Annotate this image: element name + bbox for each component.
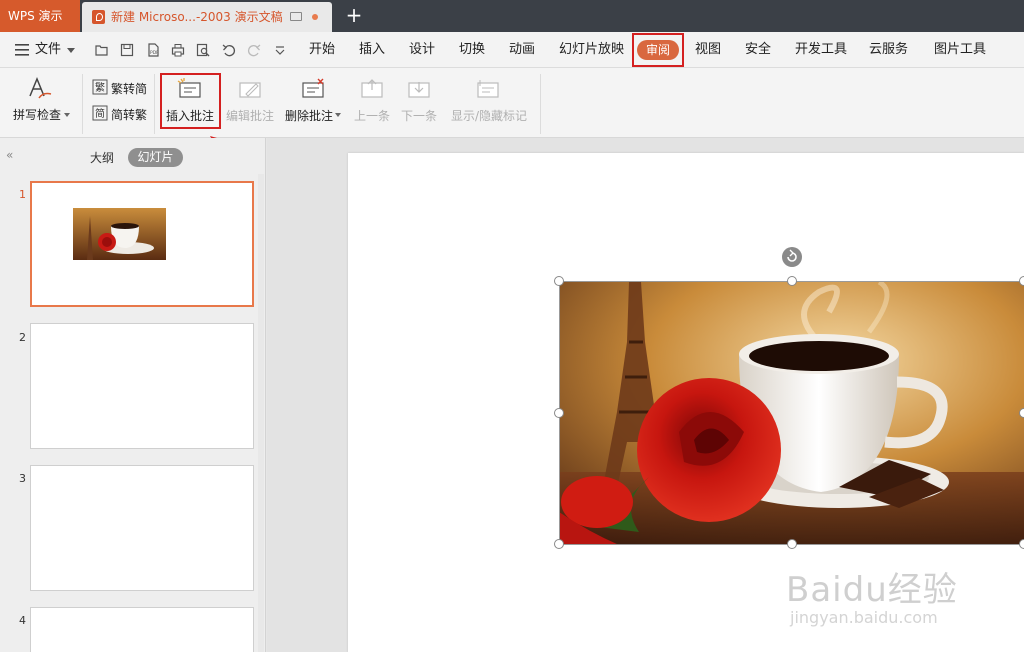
resize-handle[interactable] xyxy=(1019,539,1024,549)
previous-comment-button[interactable]: 上一条 xyxy=(354,107,390,124)
resize-handle[interactable] xyxy=(1019,276,1024,286)
undo-icon[interactable] xyxy=(222,43,236,57)
watermark-brand: Baidu经验 xyxy=(786,570,958,610)
app-tab[interactable]: WPS 演示 xyxy=(0,0,80,32)
next-comment-icon xyxy=(408,82,430,98)
resize-handle[interactable] xyxy=(787,276,797,286)
delete-comment-button[interactable]: 删除批注 xyxy=(285,107,333,124)
resize-handle[interactable] xyxy=(554,408,564,418)
hamburger-icon[interactable] xyxy=(15,44,31,56)
menu-cloud[interactable]: 云服务 xyxy=(869,32,908,68)
show-hide-markup-button[interactable]: 显示/隐藏标记 xyxy=(451,107,527,124)
resize-handle[interactable] xyxy=(787,539,797,549)
monitor-icon[interactable] xyxy=(290,12,302,21)
slide-number: 3 xyxy=(19,472,26,485)
menu-security[interactable]: 安全 xyxy=(745,32,771,68)
menu-slideshow[interactable]: 幻灯片放映 xyxy=(559,32,624,68)
delete-comment-icon[interactable] xyxy=(300,78,328,102)
insert-comment-highlight-box xyxy=(160,73,221,129)
slide-number: 1 xyxy=(19,188,26,201)
save-icon[interactable] xyxy=(120,43,134,57)
file-menu[interactable]: 文件 xyxy=(35,32,61,68)
tab-slides[interactable]: 幻灯片 xyxy=(128,148,183,167)
export-pdf-icon[interactable]: PDF xyxy=(146,43,160,57)
simp-to-trad-icon[interactable]: 简 xyxy=(92,105,108,121)
edit-comment-icon xyxy=(239,82,261,98)
panel-scrollbar[interactable] xyxy=(258,174,264,652)
slide-thumbnail-1[interactable] xyxy=(30,181,254,307)
app-name: WPS 演示 xyxy=(8,9,63,23)
slides-panel: « 大纲 幻灯片 1 2 3 4 xyxy=(0,138,266,652)
slide-thumbnail-2[interactable] xyxy=(30,323,254,449)
trad-to-simp-icon[interactable]: 繁 xyxy=(92,79,108,95)
redo-icon[interactable] xyxy=(247,43,261,57)
menu-insert[interactable]: 插入 xyxy=(359,32,385,68)
menu-design[interactable]: 设计 xyxy=(409,32,435,68)
previous-comment-icon xyxy=(361,79,383,98)
menu-bar: 文件 PDF 开始 插入 设计 切换 动画 幻灯片放映 视图 安全 开发工具 云… xyxy=(0,32,1024,68)
title-bar: WPS 演示 新建 Microso...-2003 演示文稿 + xyxy=(0,0,1024,32)
collapse-panel-button[interactable]: « xyxy=(6,148,13,162)
show-hide-markup-icon xyxy=(477,80,499,98)
rotate-handle-icon[interactable] xyxy=(782,247,802,267)
selection-frame xyxy=(559,281,1024,545)
ribbon-separator xyxy=(82,74,83,134)
presentation-icon xyxy=(92,10,105,24)
trad-to-simp-button[interactable]: 繁转简 xyxy=(111,80,147,97)
document-title: 新建 Microso...-2003 演示文稿 xyxy=(111,10,283,24)
menu-transition[interactable]: 切换 xyxy=(459,32,485,68)
slide-number: 4 xyxy=(19,614,26,627)
unsaved-dot-icon xyxy=(312,14,318,20)
menu-developer[interactable]: 开发工具 xyxy=(795,32,847,68)
slide-number: 2 xyxy=(19,331,26,344)
spellcheck-button[interactable]: 拼写检查 xyxy=(13,106,61,123)
svg-text:PDF: PDF xyxy=(150,50,159,56)
open-folder-icon[interactable] xyxy=(95,43,109,57)
svg-text:简: 简 xyxy=(95,107,105,120)
slide-thumbnail-3[interactable] xyxy=(30,465,254,591)
document-tab[interactable]: 新建 Microso...-2003 演示文稿 xyxy=(82,2,332,32)
menu-review[interactable]: 审阅 xyxy=(637,40,679,60)
menu-picture-tools[interactable]: 图片工具 xyxy=(934,32,986,68)
edit-comment-button[interactable]: 编辑批注 xyxy=(226,107,274,124)
panel-header: « 大纲 幻灯片 xyxy=(0,138,266,174)
resize-handle[interactable] xyxy=(554,276,564,286)
chevron-down-icon[interactable] xyxy=(335,113,341,117)
spellcheck-icon[interactable] xyxy=(27,76,55,102)
menu-animation[interactable]: 动画 xyxy=(509,32,535,68)
next-comment-button[interactable]: 下一条 xyxy=(401,107,437,124)
chevron-down-icon[interactable] xyxy=(64,113,70,117)
simp-to-trad-button[interactable]: 简转繁 xyxy=(111,106,147,123)
tab-outline[interactable]: 大纲 xyxy=(90,149,114,166)
svg-text:繁: 繁 xyxy=(95,81,105,94)
resize-handle[interactable] xyxy=(1019,408,1024,418)
print-preview-icon[interactable] xyxy=(196,43,210,57)
ribbon-separator xyxy=(154,74,155,134)
resize-handle[interactable] xyxy=(554,539,564,549)
menu-home[interactable]: 开始 xyxy=(309,32,335,68)
customize-dropdown-icon[interactable] xyxy=(273,43,287,57)
chevron-down-icon[interactable] xyxy=(67,48,75,54)
print-icon[interactable] xyxy=(171,43,185,57)
thumbnail-photo xyxy=(73,208,166,260)
ribbon-separator xyxy=(540,74,541,134)
watermark-url: jingyan.baidu.com xyxy=(790,608,938,627)
ribbon-toolbar: 拼写检查 繁 繁转简 简 简转繁 插入批注 编辑批注 删除批注 上一条 下一条 … xyxy=(0,68,1024,138)
menu-view[interactable]: 视图 xyxy=(695,32,721,68)
slide-thumbnail-4[interactable] xyxy=(30,607,254,652)
add-tab-button[interactable]: + xyxy=(342,3,366,29)
